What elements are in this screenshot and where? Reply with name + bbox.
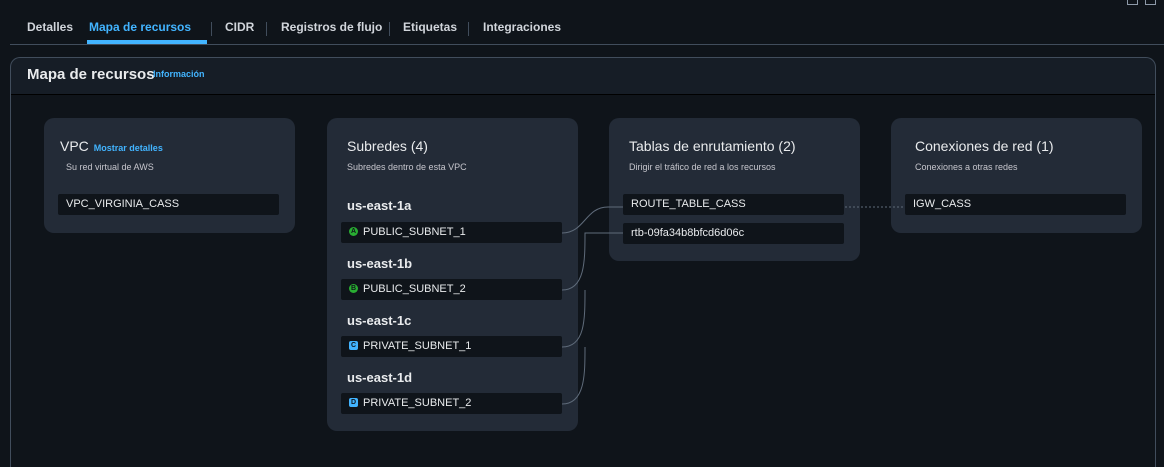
subnet-name: PUBLIC_SUBNET_1 [363, 226, 466, 238]
info-link[interactable]: Información [153, 69, 205, 79]
route-tables-card-subtitle: Dirigir el tráfico de red a los recursos [629, 162, 776, 172]
tab-detalles[interactable]: Detalles [27, 20, 73, 34]
panel-header: Mapa de recursos Información [11, 58, 1155, 95]
window-control-icon[interactable] [1127, 0, 1138, 5]
availability-zone-label: us-east-1b [347, 256, 413, 271]
availability-zone-label: us-east-1c [347, 313, 412, 328]
subnet-item[interactable]: D PRIVATE_SUBNET_2 [341, 393, 562, 414]
subnet-item[interactable]: A PUBLIC_SUBNET_1 [341, 222, 562, 243]
subnet-name: PRIVATE_SUBNET_1 [363, 340, 472, 352]
tab-etiquetas[interactable]: Etiquetas [403, 20, 457, 34]
vpc-title-text: VPC [60, 138, 89, 154]
network-card-title: Conexiones de red (1) [915, 138, 1054, 154]
tab-divider [211, 22, 212, 36]
private-subnet-badge-icon: C [349, 340, 358, 350]
subnet-name: PRIVATE_SUBNET_2 [363, 397, 472, 409]
private-subnet-badge-icon: D [349, 397, 358, 407]
tab-divider [389, 22, 390, 36]
route-tables-card: Tablas de enrutamiento (2) Dirigir el tr… [609, 118, 860, 261]
route-table-item[interactable]: ROUTE_TABLE_CASS [623, 194, 844, 215]
vpc-card-subtitle: Su red virtual de AWS [66, 162, 154, 172]
subnet-name: PUBLIC_SUBNET_2 [363, 283, 466, 295]
vpc-card: VPC Mostrar detalles Su red virtual de AW… [44, 118, 295, 233]
window-control-icon[interactable] [1145, 0, 1156, 5]
public-subnet-badge-icon: A [349, 226, 358, 236]
public-subnet-badge-icon: B [349, 283, 358, 293]
route-tables-card-title: Tablas de enrutamiento (2) [629, 138, 796, 154]
tab-bar: Detalles Mapa de recursos CIDR Registros… [10, 10, 1164, 45]
subnet-item[interactable]: C PRIVATE_SUBNET_1 [341, 336, 562, 357]
tab-cidr[interactable]: CIDR [225, 20, 254, 34]
subnets-card: Subredes (4) Subredes dentro de esta VPC… [327, 118, 578, 431]
active-tab-indicator [87, 40, 207, 44]
subnet-item[interactable]: B PUBLIC_SUBNET_2 [341, 279, 562, 300]
tab-divider [266, 22, 267, 36]
panel-title: Mapa de recursos [27, 66, 155, 83]
vpc-card-title: VPC Mostrar detalles [60, 138, 163, 154]
internet-gateway-item[interactable]: IGW_CASS [905, 194, 1126, 215]
route-table-item[interactable]: rtb-09fa34b8bfcd6d06c [623, 223, 844, 244]
availability-zone-label: us-east-1d [347, 370, 413, 385]
tab-registros-de-flujo[interactable]: Registros de flujo [281, 20, 382, 34]
vpc-item[interactable]: VPC_VIRGINIA_CASS [58, 194, 279, 215]
availability-zone-label: us-east-1a [347, 198, 412, 213]
network-card-subtitle: Conexiones a otras redes [915, 162, 1018, 172]
tab-integraciones[interactable]: Integraciones [483, 20, 561, 34]
tab-divider [468, 22, 469, 36]
show-details-link[interactable]: Mostrar detalles [94, 143, 163, 153]
network-connections-card: Conexiones de red (1) Conexiones a otras… [891, 118, 1142, 233]
subnets-card-title: Subredes (4) [347, 138, 428, 154]
tab-mapa-de-recursos[interactable]: Mapa de recursos [89, 20, 191, 34]
subnets-card-subtitle: Subredes dentro de esta VPC [347, 162, 467, 172]
